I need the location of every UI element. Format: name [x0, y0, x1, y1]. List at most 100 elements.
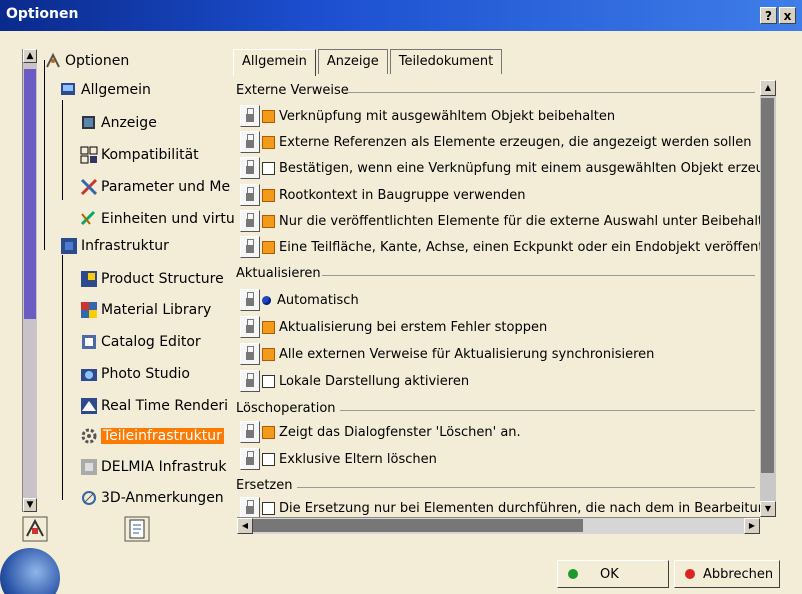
content-horizontal-scrollbar[interactable]: ◀ ▶: [237, 517, 760, 534]
horizontal-scroll-thumb[interactable]: [253, 519, 583, 532]
scroll-left-button[interactable]: ◀: [237, 518, 253, 534]
checkbox[interactable]: [262, 240, 275, 254]
einheiten-icon: [80, 210, 98, 228]
checkbox[interactable]: [262, 135, 275, 149]
checkbox[interactable]: [262, 109, 275, 123]
scroll-down-button[interactable]: ▼: [760, 501, 776, 517]
tree-node-optionen[interactable]: Optionen: [44, 52, 129, 70]
externe-row[interactable]: Verknüpfung mit ausgewähltem Objekt beib…: [240, 105, 615, 127]
ok-label: OK: [600, 566, 619, 582]
tree-node-einheiten[interactable]: Einheiten und virtu: [80, 210, 235, 228]
kompatibilitaet-icon: [80, 146, 98, 164]
tree-node-product-structure[interactable]: Product Structure: [80, 270, 224, 288]
tree-node-real-time-rendering[interactable]: Real Time Renderi: [80, 397, 228, 415]
lock-icon[interactable]: [240, 131, 260, 153]
infrastruktur-icon: [60, 237, 78, 255]
tree-node-infrastruktur[interactable]: Infrastruktur: [60, 237, 169, 255]
tree-node-kompatibilitaet[interactable]: Kompatibilität: [80, 146, 199, 164]
checkbox[interactable]: [262, 501, 275, 515]
externe-row[interactable]: Nur die veröffentlichten Elemente für di…: [240, 210, 771, 232]
aktual-row[interactable]: Lokale Darstellung aktivieren: [240, 370, 469, 392]
loesch-row[interactable]: Exklusive Eltern löschen: [240, 448, 437, 470]
reset-button[interactable]: [22, 516, 48, 546]
tree-node-delmia-infrastruktur[interactable]: DELMIA Infrastruk: [80, 458, 226, 476]
option-label: Zeigt das Dialogfenster 'Löschen' an.: [279, 424, 521, 440]
tree-node-anzeige[interactable]: Anzeige: [80, 114, 157, 132]
lock-icon[interactable]: [240, 289, 260, 311]
aktual-row[interactable]: Alle externen Verweise für Aktualisierun…: [240, 343, 654, 365]
cancel-button[interactable]: Abbrechen: [674, 560, 780, 588]
aktual-row[interactable]: Automatisch: [240, 289, 359, 311]
lock-icon[interactable]: [240, 236, 260, 258]
checkbox[interactable]: [262, 425, 275, 439]
lock-icon[interactable]: [240, 210, 260, 232]
optionen-icon: [44, 52, 62, 70]
content-scroll-thumb[interactable]: [761, 98, 774, 473]
option-label: Eine Teilfläche, Kante, Achse, einen Eck…: [279, 239, 768, 255]
scroll-up-button[interactable]: ▲: [760, 80, 776, 96]
checkbox[interactable]: [262, 188, 275, 202]
checkbox[interactable]: [262, 347, 275, 361]
radio-button[interactable]: [262, 295, 271, 305]
lock-icon[interactable]: [240, 157, 260, 179]
delmia-icon: [80, 458, 98, 476]
tree-node-catalog-editor[interactable]: Catalog Editor: [80, 333, 201, 351]
tree-label: Allgemein: [81, 82, 151, 98]
externe-row[interactable]: Rootkontext in Baugruppe verwenden: [240, 184, 525, 206]
help-button[interactable]: ?: [760, 7, 777, 24]
tree-scroll-thumb[interactable]: [24, 69, 36, 319]
tree-scrollbar[interactable]: ▲ ▼: [22, 49, 37, 512]
tree-scroll-down-button[interactable]: ▼: [23, 498, 37, 512]
ok-button[interactable]: OK: [557, 560, 669, 588]
tree-label: Photo Studio: [101, 366, 190, 382]
lock-icon[interactable]: [240, 497, 260, 519]
tab-teiledokument[interactable]: Teiledokument: [389, 49, 503, 74]
close-button[interactable]: x: [779, 7, 796, 24]
lock-icon[interactable]: [240, 421, 260, 443]
loesch-row[interactable]: Zeigt das Dialogfenster 'Löschen' an.: [240, 421, 521, 443]
option-label: Verknüpfung mit ausgewähltem Objekt beib…: [279, 108, 616, 124]
aktual-row[interactable]: Aktualisierung bei erstem Fehler stoppen: [240, 316, 547, 338]
checkbox[interactable]: [262, 161, 275, 175]
tree-node-teileinfrastruktur[interactable]: Teileinfrastruktur: [80, 427, 224, 445]
photo-studio-icon: [80, 365, 98, 383]
externe-row[interactable]: Externe Referenzen als Elemente erzeugen…: [240, 131, 752, 153]
group-title-loeschoperation: Löschoperation: [236, 401, 336, 416]
externe-row[interactable]: Bestätigen, wenn eine Verknüpfung mit ei…: [240, 157, 772, 179]
option-label: Nur die veröffentlichten Elemente für di…: [279, 213, 772, 229]
product-structure-icon: [80, 270, 98, 288]
externe-row[interactable]: Eine Teilfläche, Kante, Achse, einen Eck…: [240, 236, 767, 258]
option-label: Externe Referenzen als Elemente erzeugen…: [279, 134, 752, 150]
option-label: Die Ersetzung nur bei Elementen durchfüh…: [279, 500, 775, 516]
lock-icon[interactable]: [240, 105, 260, 127]
real-time-rendering-icon: [80, 397, 98, 415]
tree-label: Infrastruktur: [81, 238, 169, 254]
tree-node-parameter[interactable]: Parameter und Me: [80, 178, 230, 196]
checkbox[interactable]: [262, 452, 275, 466]
lock-icon[interactable]: [240, 316, 260, 338]
import-button[interactable]: [124, 516, 150, 546]
ersetzen-row[interactable]: Die Ersetzung nur bei Elementen durchfüh…: [240, 497, 774, 519]
tree-node-allgemein[interactable]: Allgemein: [60, 81, 151, 99]
lock-icon[interactable]: [240, 343, 260, 365]
checkbox[interactable]: [262, 320, 275, 334]
lock-icon[interactable]: [240, 370, 260, 392]
cancel-icon: [685, 569, 695, 579]
ok-icon: [568, 569, 578, 579]
lock-icon[interactable]: [240, 448, 260, 470]
tree-node-3d-anmerkungen[interactable]: 3D-Anmerkungen: [80, 489, 224, 507]
checkbox[interactable]: [262, 374, 275, 388]
content-vertical-scrollbar[interactable]: ▲ ▼: [760, 80, 776, 517]
tree-scroll-up-button[interactable]: ▲: [23, 49, 37, 63]
lock-icon[interactable]: [240, 184, 260, 206]
tab-anzeige[interactable]: Anzeige: [317, 49, 388, 74]
checkbox[interactable]: [262, 214, 275, 228]
tree-label: Kompatibilität: [101, 147, 199, 163]
scroll-right-button[interactable]: ▶: [744, 518, 760, 534]
group-title-aktualisieren: Aktualisieren: [236, 266, 321, 281]
tree-node-photo-studio[interactable]: Photo Studio: [80, 365, 190, 383]
tree-label: Optionen: [65, 53, 130, 69]
option-label: Alle externen Verweise für Aktualisierun…: [279, 346, 655, 362]
tree-node-material-library[interactable]: Material Library: [80, 301, 211, 319]
tab-allgemein[interactable]: Allgemein: [233, 49, 316, 76]
